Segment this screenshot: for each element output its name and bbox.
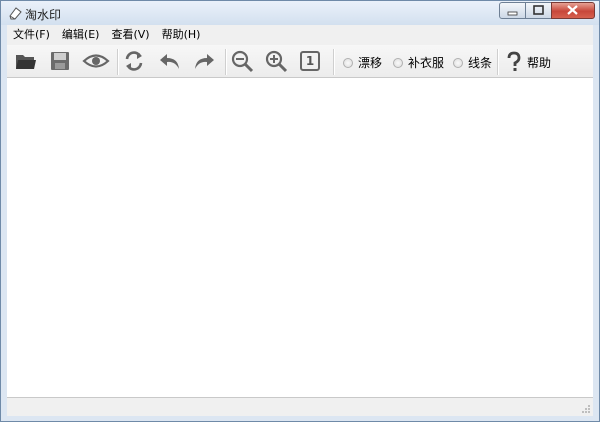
title-bar[interactable]: 淘水印 xyxy=(1,1,599,25)
toolbar-separator xyxy=(117,49,119,75)
open-button[interactable] xyxy=(13,49,39,73)
redo-icon xyxy=(195,54,214,69)
window-controls xyxy=(499,2,595,20)
toolbar-separator xyxy=(497,49,499,75)
image-canvas[interactable] xyxy=(7,78,593,398)
undo-button[interactable] xyxy=(157,49,183,73)
undo-icon xyxy=(160,54,179,69)
toolbar-separator xyxy=(225,49,227,75)
mode-radio-drift[interactable]: 漂移 xyxy=(343,54,382,71)
zoom-out-icon xyxy=(231,50,254,73)
folder-open-icon xyxy=(16,55,36,69)
preview-button[interactable] xyxy=(81,49,111,73)
mode-radio-lines[interactable]: 线条 xyxy=(453,54,492,71)
minimize-icon xyxy=(507,11,518,16)
redo-button[interactable] xyxy=(191,49,217,73)
maximize-button[interactable] xyxy=(526,2,551,19)
radio-indicator xyxy=(343,57,353,68)
help-label: 帮助 xyxy=(527,55,552,70)
actual-size-icon: 1 xyxy=(300,51,320,71)
status-bar xyxy=(7,398,593,416)
mode-label: 漂移 xyxy=(358,56,383,70)
toolbar: 1 漂移 补衣服 线条 帮助 xyxy=(7,45,593,78)
save-button[interactable] xyxy=(47,49,73,73)
mode-radio-patch[interactable]: 补衣服 xyxy=(393,54,444,71)
close-button[interactable] xyxy=(551,2,595,19)
menu-file[interactable]: 文件(F) xyxy=(7,25,56,45)
question-icon xyxy=(507,51,521,71)
window-title: 淘水印 xyxy=(25,8,62,22)
eye-icon xyxy=(82,54,110,68)
zoom-out-button[interactable] xyxy=(229,49,255,73)
radio-indicator xyxy=(453,57,463,68)
mode-label: 补衣服 xyxy=(408,56,445,70)
maximize-icon xyxy=(533,5,544,15)
menu-help[interactable]: 帮助(H) xyxy=(156,25,207,45)
help-button[interactable]: 帮助 xyxy=(505,51,551,73)
minimize-button[interactable] xyxy=(499,2,526,19)
radio-indicator xyxy=(393,57,403,68)
close-icon xyxy=(567,5,578,15)
actual-size-button[interactable]: 1 xyxy=(297,49,323,73)
zoom-in-icon xyxy=(265,50,288,73)
eraser-icon xyxy=(9,7,22,20)
save-icon xyxy=(51,52,69,70)
resize-grip-icon[interactable] xyxy=(581,404,591,414)
menu-view[interactable]: 查看(V) xyxy=(105,25,155,45)
actual-size-text: 1 xyxy=(305,54,315,68)
app-window: 淘水印 文件(F) 编辑(E) 查看(V) 帮助(H) 1 漂移 补衣服 线条 … xyxy=(0,0,600,422)
refresh-button[interactable] xyxy=(121,49,147,73)
mode-label: 线条 xyxy=(468,56,493,70)
refresh-icon xyxy=(125,51,143,71)
toolbar-separator xyxy=(333,49,335,75)
zoom-in-button[interactable] xyxy=(263,49,289,73)
menu-edit[interactable]: 编辑(E) xyxy=(56,25,106,45)
menu-bar: 文件(F) 编辑(E) 查看(V) 帮助(H) xyxy=(7,25,593,46)
